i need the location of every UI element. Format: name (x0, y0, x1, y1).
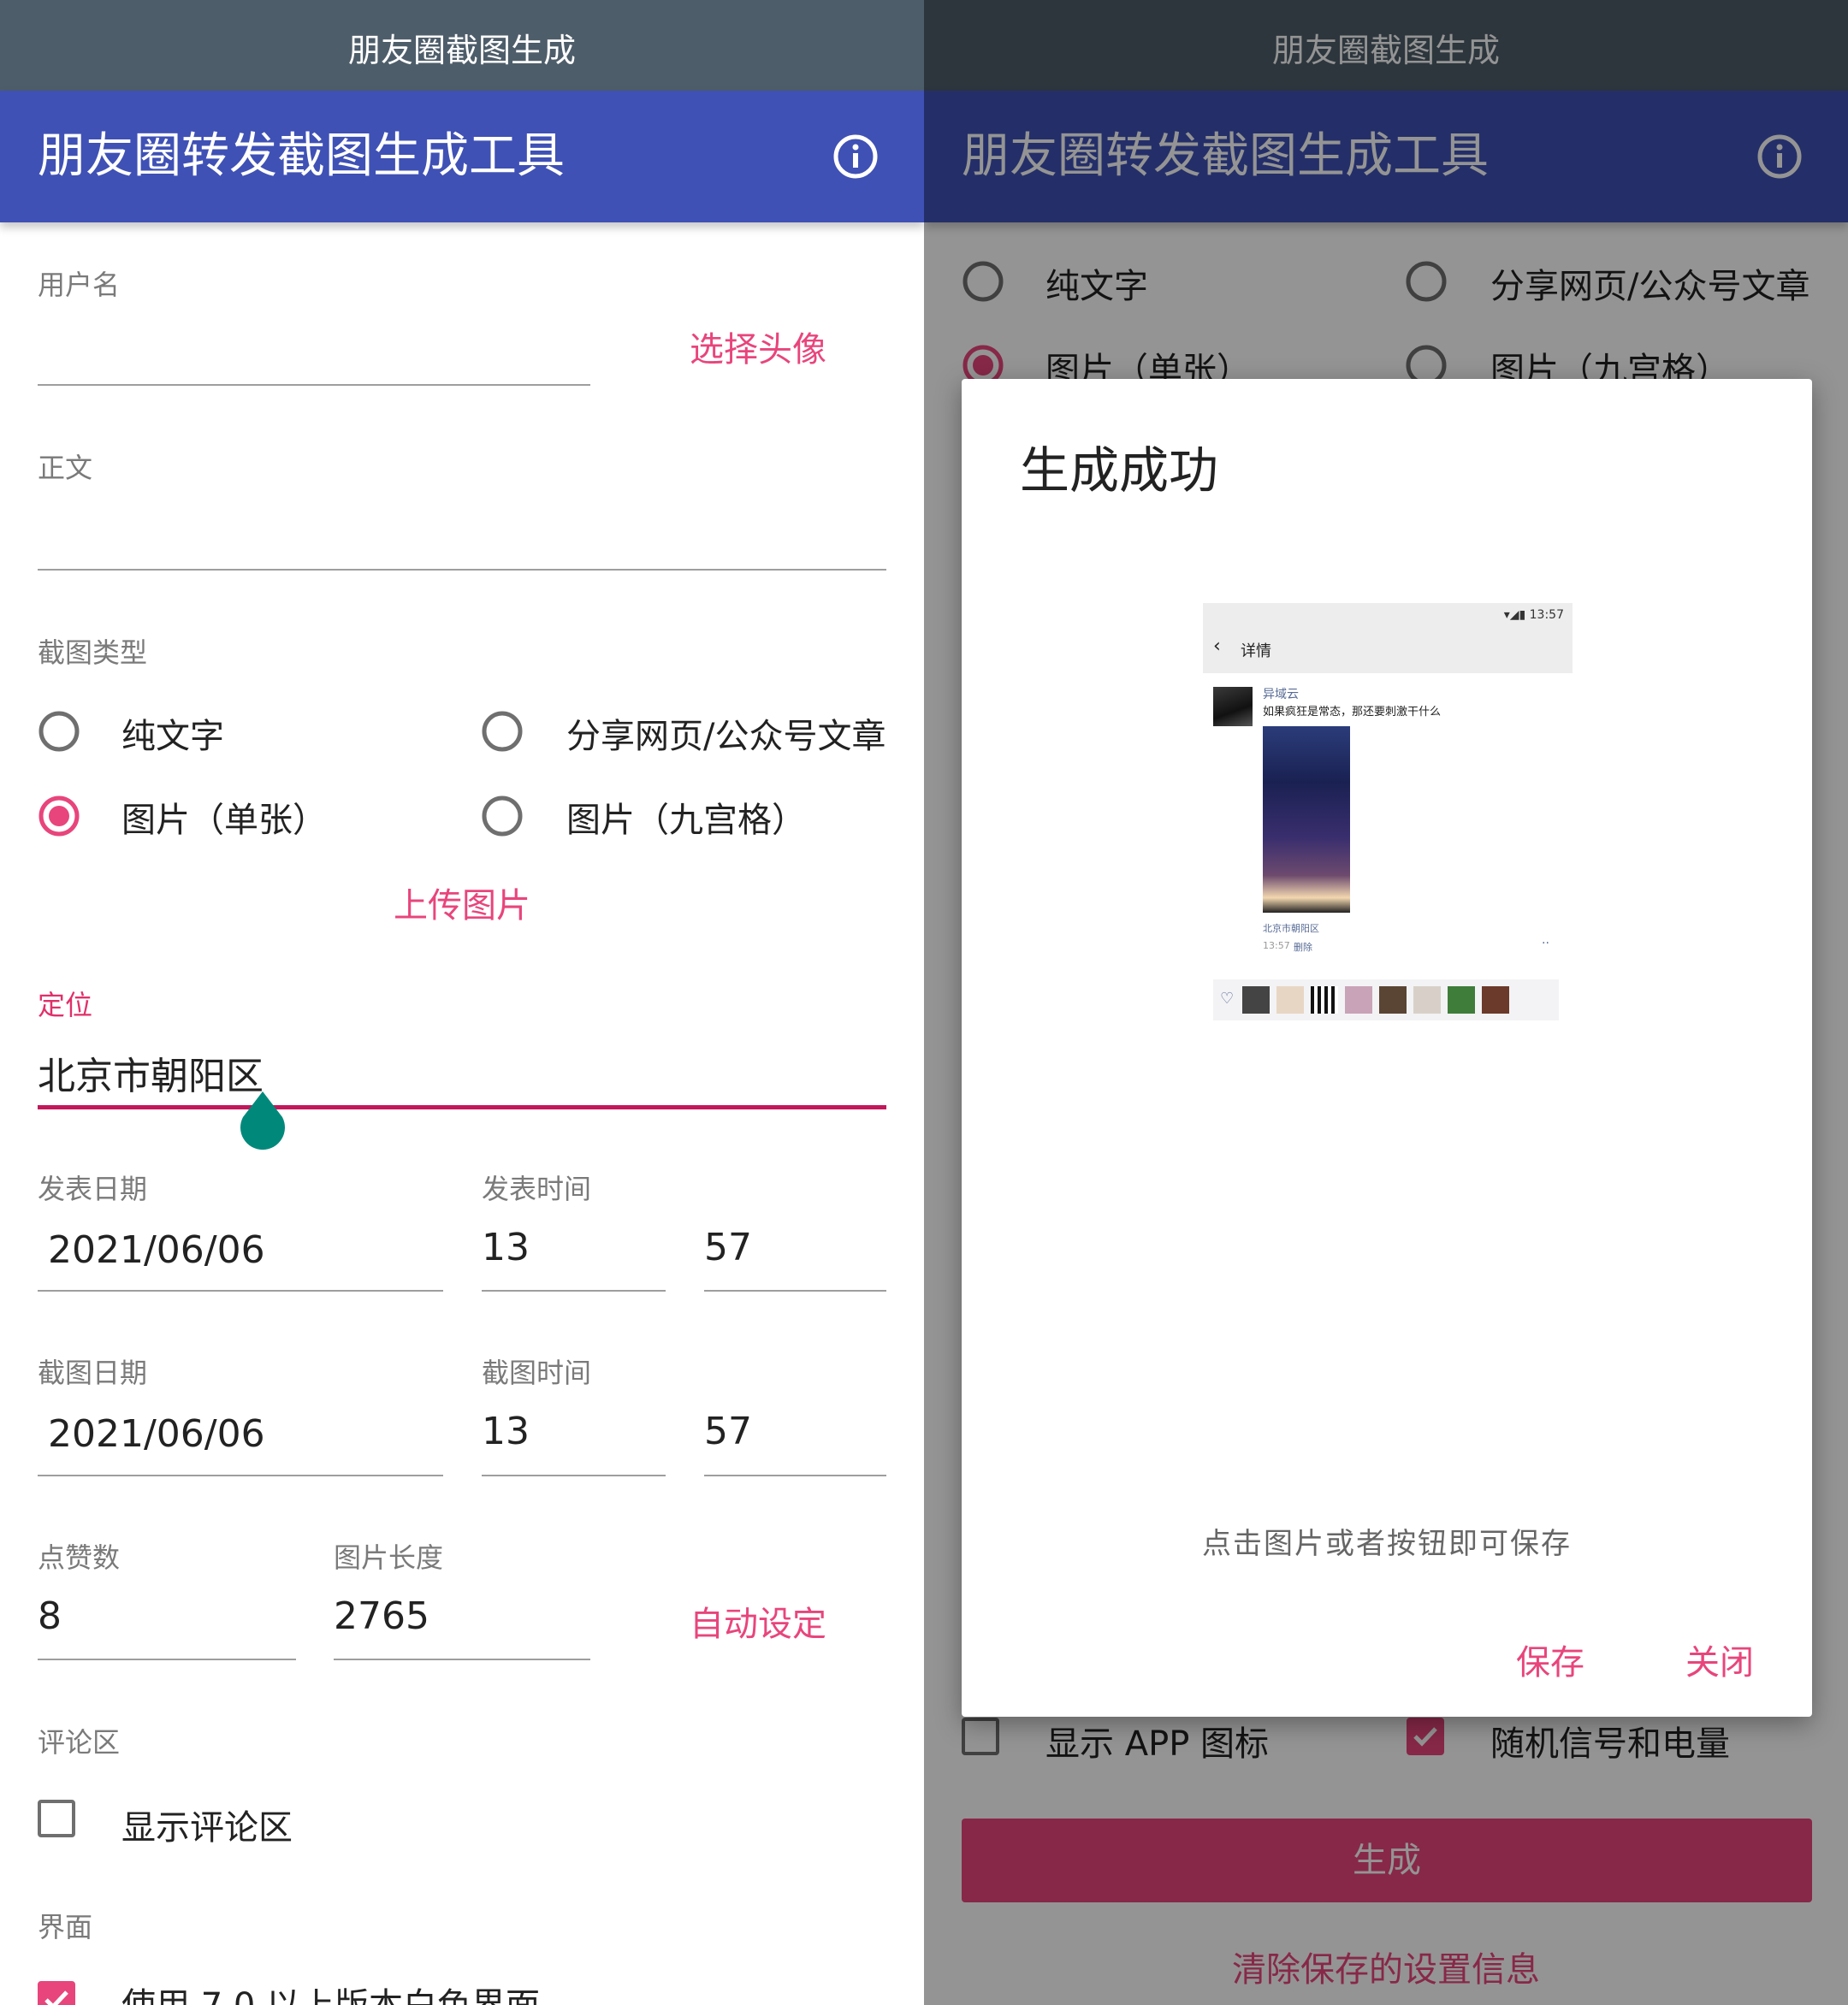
preview-likes-bar: ♡ (1213, 979, 1559, 1020)
post-date-underline (38, 1290, 443, 1292)
radio-nine-grid[interactable] (481, 795, 524, 837)
shot-date-input[interactable]: 2021/06/06 (48, 1412, 265, 1456)
like-avatar (1345, 986, 1372, 1014)
comment-section-label: 评论区 (38, 1726, 121, 1759)
preview-avatar (1213, 687, 1253, 726)
radio-share-article-label: 分享网页/公众号文章 (566, 717, 886, 756)
like-avatar (1276, 986, 1304, 1014)
show-comments-checkbox[interactable] (38, 1800, 75, 1837)
ui-section-label: 界面 (38, 1911, 93, 1943)
image-length-underline (334, 1659, 590, 1660)
back-arrow-icon: ‹ (1213, 636, 1221, 657)
like-avatar (1482, 986, 1509, 1014)
preview-post-text: 如果疯狂是常态，那还要刺激干什么 (1263, 706, 1442, 719)
post-minute-input[interactable]: 57 (704, 1226, 752, 1269)
radio-text-only-label: 纯文字 (121, 717, 224, 756)
preview-time: 13:57 (1263, 940, 1290, 951)
preview-delete: 删除 (1294, 942, 1312, 953)
shot-minute-underline (704, 1475, 886, 1476)
save-button[interactable]: 保存 (1516, 1635, 1584, 1684)
like-avatar (1448, 986, 1475, 1014)
like-avatar (1379, 986, 1407, 1014)
likes-underline (38, 1659, 296, 1660)
status-title: 朋友圈截图生成 (347, 32, 576, 69)
preview-status: ▾◢▮ 13:57 (1503, 608, 1564, 622)
body-underline (38, 569, 886, 571)
shot-date-label: 截图日期 (38, 1357, 148, 1389)
image-length-label: 图片长度 (334, 1541, 444, 1574)
choose-avatar-button[interactable]: 选择头像 (690, 322, 826, 371)
app-title: 朋友圈转发截图生成工具 (38, 128, 565, 184)
shot-minute-input[interactable]: 57 (704, 1410, 752, 1453)
show-comments-label: 显示评论区 (121, 1808, 293, 1848)
shot-time-label: 截图时间 (482, 1357, 592, 1389)
success-dialog: 生成成功 ▾◢▮ 13:57 ‹ 详情 异域云 如果疯狂是常态，那还要刺激干什么… (962, 379, 1812, 1717)
location-label: 定位 (38, 989, 93, 1021)
post-hour-underline (482, 1290, 666, 1292)
shot-hour-input[interactable]: 13 (482, 1410, 530, 1453)
likes-label: 点赞数 (38, 1541, 121, 1574)
like-avatar (1242, 986, 1270, 1014)
radio-single-image-label: 图片（单张） (121, 801, 327, 840)
post-hour-input[interactable]: 13 (482, 1226, 530, 1269)
text-cursor-handle[interactable] (238, 1090, 287, 1151)
preview-username: 异域云 (1263, 688, 1299, 701)
info-icon[interactable] (832, 133, 879, 180)
dialog-title: 生成成功 (1020, 441, 1219, 500)
shot-type-label: 截图类型 (38, 636, 148, 669)
upload-image-button[interactable]: 上传图片 (394, 878, 530, 927)
preview-header-title: 详情 (1241, 642, 1271, 660)
preview-more-dots: ·· (1542, 937, 1549, 950)
preview-location: 北京市朝阳区 (1263, 923, 1319, 934)
username-label: 用户名 (38, 269, 121, 301)
auto-set-button[interactable]: 自动设定 (690, 1596, 826, 1646)
body-label: 正文 (38, 452, 93, 484)
check-icon (44, 1990, 68, 2005)
like-avatar (1413, 986, 1441, 1014)
location-underline-active (38, 1105, 886, 1109)
like-avatar (1311, 986, 1338, 1014)
image-length-input[interactable]: 2765 (334, 1594, 429, 1638)
post-time-label: 发表时间 (482, 1173, 592, 1205)
preview-post-image (1263, 726, 1350, 913)
likes-input[interactable]: 8 (38, 1594, 62, 1638)
app-bar: 朋友圈转发截图生成工具 (0, 91, 924, 222)
post-minute-underline (704, 1290, 886, 1292)
radio-single-image[interactable] (38, 795, 80, 837)
result-dialog-screen: 朋友圈截图生成 朋友圈转发截图生成工具 纯文字 分享网页/公众号文章 图片（单张… (924, 0, 1848, 2005)
heart-icon: ♡ (1220, 990, 1235, 1008)
white-ui-label: 使用 7.0 以上版本白色界面 (121, 1978, 540, 2005)
shot-date-underline (38, 1475, 443, 1476)
dialog-hint: 点击图片或者按钮即可保存 (1202, 1527, 1572, 1561)
username-underline (38, 384, 590, 386)
shot-hour-underline (482, 1475, 666, 1476)
radio-nine-grid-label: 图片（九宫格） (566, 801, 806, 840)
white-ui-checkbox[interactable] (38, 1981, 75, 2005)
post-date-label: 发表日期 (38, 1173, 148, 1205)
location-input[interactable]: 北京市朝阳区 (38, 1045, 264, 1100)
status-bar: 朋友圈截图生成 (0, 0, 924, 91)
radio-text-only[interactable] (38, 710, 80, 753)
generated-screenshot-preview[interactable]: ▾◢▮ 13:57 ‹ 详情 异域云 如果疯狂是常态，那还要刺激干什么 北京市朝… (1203, 603, 1573, 1027)
close-button[interactable]: 关闭 (1685, 1635, 1754, 1684)
post-date-input[interactable]: 2021/06/06 (48, 1228, 265, 1272)
radio-share-article[interactable] (481, 710, 524, 753)
main-form-screen: 朋友圈截图生成 朋友圈转发截图生成工具 用户名 选择头像 正文 截图类型 纯文字… (0, 0, 924, 2005)
